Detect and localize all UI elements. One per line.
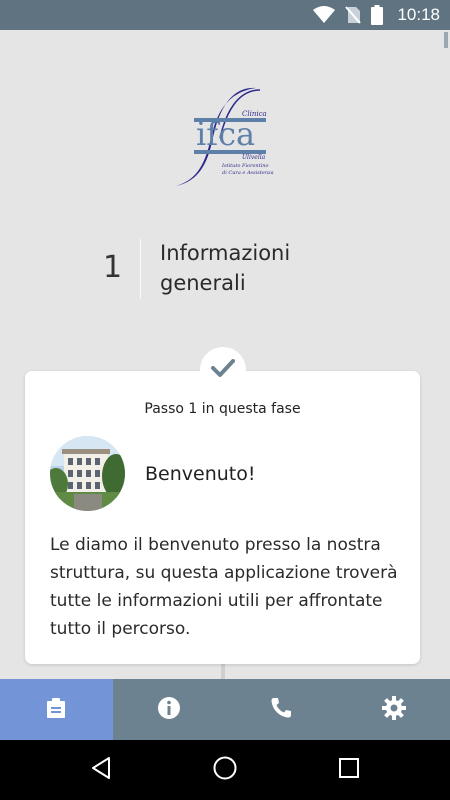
card-body: Le diamo il benvenuto presso la nostra s… <box>50 535 398 639</box>
avatar <box>50 436 125 511</box>
info-icon <box>157 696 181 724</box>
back-icon[interactable] <box>90 756 112 784</box>
status-time: 10:18 <box>397 5 440 24</box>
logo-subtitle-1: Istituto Fiorentino <box>221 163 268 169</box>
step-card[interactable]: Passo 1 in questa fase Benvenuto! Le dia… <box>25 371 420 664</box>
card-title: Benvenuto! <box>145 463 256 485</box>
status-bar: 10:18 <box>0 0 450 30</box>
recents-icon[interactable] <box>338 757 360 783</box>
system-nav-bar <box>0 740 450 800</box>
ifca-logo: Clinica ifca Ulivella Istituto Fiorentin… <box>170 82 280 192</box>
section-title: Informazioni generali <box>160 241 291 295</box>
scroll-indicator <box>444 32 448 48</box>
phone-icon <box>269 696 293 724</box>
no-sim-icon <box>345 6 362 24</box>
wifi-icon <box>313 6 336 24</box>
check-icon <box>211 358 235 382</box>
gear-icon <box>381 695 407 725</box>
logo-small-mid: Ulivella <box>242 154 266 161</box>
tab-info[interactable] <box>113 679 226 740</box>
step-label: Passo 1 in questa fase <box>144 401 301 417</box>
home-icon[interactable] <box>212 755 238 785</box>
section-divider <box>140 239 141 299</box>
tab-contacts[interactable] <box>225 679 338 740</box>
step-check-badge <box>200 347 246 393</box>
logo-subtitle-2: di Cura e Assistenza <box>222 170 274 176</box>
clipboard-icon <box>44 696 68 724</box>
tab-steps[interactable] <box>0 679 113 740</box>
bottom-tab-bar <box>0 679 450 740</box>
logo-brand-text: ifca <box>196 115 255 153</box>
status-icons: 10:18 <box>313 0 440 30</box>
section-number: 1 <box>103 250 123 285</box>
tab-settings[interactable] <box>338 679 450 740</box>
battery-icon <box>371 5 384 25</box>
